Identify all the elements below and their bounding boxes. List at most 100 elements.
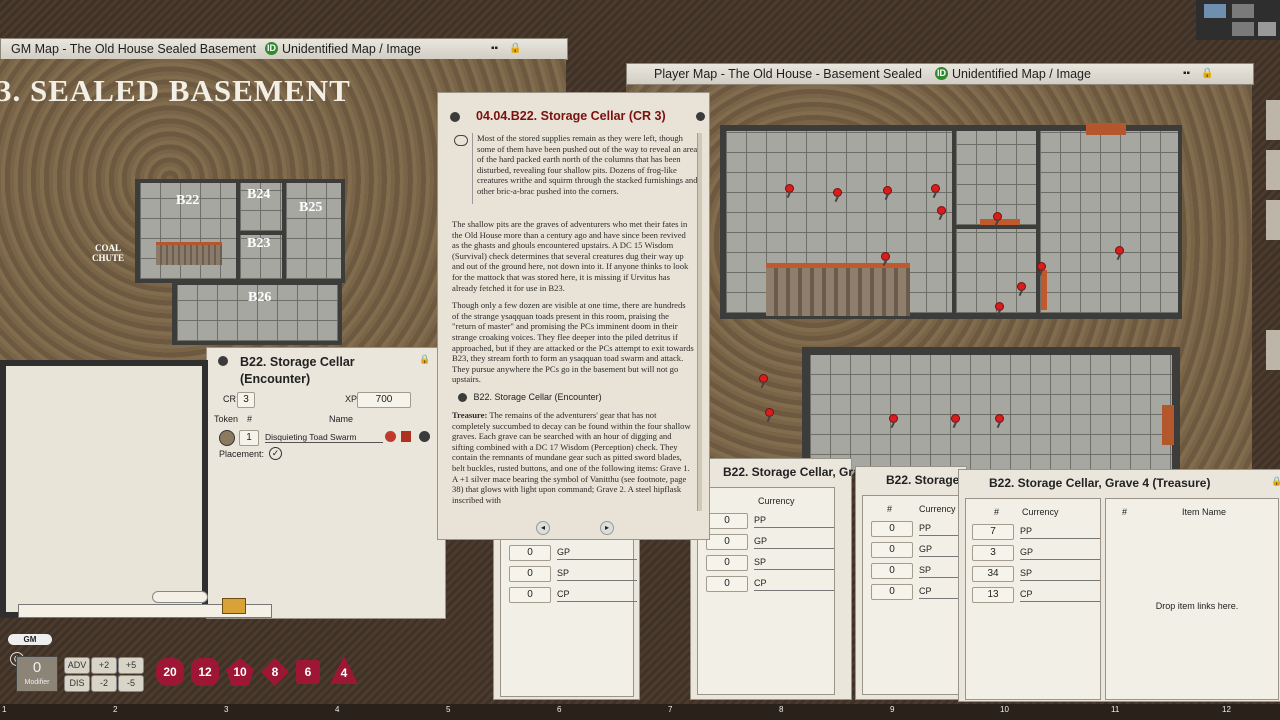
lock-icon[interactable]: 🔒	[1271, 476, 1280, 487]
map-pin[interactable]	[786, 185, 793, 192]
mail-icon[interactable]	[222, 598, 246, 614]
share-icon[interactable]: ▪▪	[1183, 64, 1190, 84]
cr-value[interactable]: 3	[237, 392, 255, 408]
story-link-row[interactable]: B22. Storage Cellar (Encounter)	[458, 392, 694, 403]
currency-value[interactable]: 0	[871, 520, 913, 537]
story-record-icon	[450, 112, 460, 122]
map-pin[interactable]	[996, 415, 1003, 422]
grid-icon[interactable]	[1232, 4, 1254, 18]
map-pin[interactable]	[834, 189, 841, 196]
minus5-button[interactable]: -5	[118, 675, 144, 692]
hostile-icon[interactable]	[401, 431, 411, 442]
grave4-items-panel[interactable]: # Item Name Drop item links here.	[1105, 498, 1279, 700]
story-text-area[interactable]: Most of the stored supplies remain as th…	[452, 133, 698, 511]
story-link[interactable]: B22. Storage Cellar (Encounter)	[474, 392, 602, 402]
link-icon[interactable]	[419, 431, 430, 442]
grave4-title[interactable]: B22. Storage Cellar, Grave 4 (Treasure)	[989, 476, 1210, 490]
currency-row: 0 SP	[509, 563, 637, 584]
hotkey-slot[interactable]: 2	[113, 705, 117, 714]
npc-name[interactable]: Disquieting Toad Swarm	[265, 432, 383, 443]
speech-icon[interactable]	[454, 135, 468, 146]
map-pin[interactable]	[938, 207, 945, 214]
dis-button[interactable]: DIS	[64, 675, 90, 692]
prev-page-button[interactable]: ◂	[536, 521, 550, 535]
map-pin[interactable]	[932, 185, 939, 192]
map-pin[interactable]	[882, 253, 889, 260]
modifier-box[interactable]: 0 Modifier	[16, 656, 58, 692]
settings-icon[interactable]	[1232, 22, 1254, 36]
sidebar-tab[interactable]	[1266, 100, 1280, 140]
grave2-title[interactable]: B22. Storage Cellar, Gra	[723, 465, 860, 479]
encounter-title[interactable]: B22. Storage Cellar (Encounter)	[240, 354, 390, 388]
npc-count[interactable]: 1	[239, 430, 259, 446]
hotkey-slot[interactable]: 8	[779, 705, 783, 714]
hotkey-slot[interactable]: 5	[446, 705, 450, 714]
currency-value[interactable]: 0	[706, 533, 748, 550]
map-pin[interactable]	[884, 187, 891, 194]
hotkey-slot[interactable]: 7	[668, 705, 672, 714]
plus2-button[interactable]: +2	[91, 657, 117, 674]
hotkey-slot[interactable]: 10	[1000, 705, 1009, 714]
sidebar-tab[interactable]	[1266, 200, 1280, 240]
player-map-image[interactable]	[626, 85, 1252, 475]
minus2-button[interactable]: -2	[91, 675, 117, 692]
checkmark-icon[interactable]: ✓	[269, 447, 282, 460]
hotkey-slot[interactable]: 12	[1222, 705, 1231, 714]
currency-value[interactable]: 34	[972, 565, 1014, 582]
currency-value[interactable]: 0	[871, 583, 913, 600]
story-title[interactable]: 04.04.B22. Storage Cellar (CR 3)	[476, 109, 666, 123]
map-pin[interactable]	[766, 409, 773, 416]
currency-type: SP	[754, 555, 834, 570]
currency-value[interactable]: 0	[871, 541, 913, 558]
player-map-titlebar[interactable]: Player Map - The Old House - Basement Se…	[626, 63, 1254, 85]
adv-button[interactable]: ADV	[64, 657, 90, 674]
token-icon[interactable]	[219, 430, 235, 446]
sidebar-toggle-icon[interactable]	[1258, 22, 1276, 36]
map-pin[interactable]	[1018, 283, 1025, 290]
speech-icon[interactable]	[152, 591, 208, 603]
lock-icon[interactable]: 🔒	[509, 39, 521, 59]
currency-value[interactable]: 13	[972, 586, 1014, 603]
scrollbar[interactable]	[697, 133, 702, 511]
close-icon[interactable]	[696, 112, 705, 121]
currency-value[interactable]: 0	[509, 565, 551, 582]
sidebar-tab[interactable]	[1266, 150, 1280, 190]
hotkey-slot[interactable]: 1	[2, 705, 6, 714]
hotkey-slot[interactable]: 3	[224, 705, 228, 714]
lock-icon[interactable]: 🔒	[1201, 64, 1213, 84]
map-pin[interactable]	[890, 415, 897, 422]
currency-value[interactable]: 0	[706, 512, 748, 529]
currency-value[interactable]: 3	[972, 544, 1014, 561]
map-label-b22: B22	[176, 193, 200, 208]
hotkey-slot[interactable]: 6	[557, 705, 561, 714]
hotkey-slot[interactable]: 4	[335, 705, 339, 714]
d20-dice-icon[interactable]: 20	[156, 658, 184, 686]
next-page-button[interactable]: ▸	[600, 521, 614, 535]
hotkey-slot[interactable]: 11	[1111, 705, 1119, 714]
pencil-icon[interactable]	[1204, 4, 1226, 18]
map-pin[interactable]	[760, 375, 767, 382]
lock-icon[interactable]: 🔒	[419, 354, 430, 365]
map-pin[interactable]	[994, 213, 1001, 220]
d12-dice-icon[interactable]: 12	[191, 658, 219, 686]
currency-value[interactable]: 0	[509, 544, 551, 561]
link-icon[interactable]	[458, 393, 467, 403]
currency-value[interactable]: 0	[871, 562, 913, 579]
hotkey-slot[interactable]: 9	[890, 705, 894, 714]
currency-value[interactable]: 0	[509, 586, 551, 603]
faction-icon[interactable]	[385, 431, 396, 442]
map-pin[interactable]	[1116, 247, 1123, 254]
sidebar-tab[interactable]	[1266, 330, 1280, 370]
map-pin[interactable]	[952, 415, 959, 422]
xp-value[interactable]: 700	[357, 392, 411, 408]
currency-value[interactable]: 7	[972, 523, 1014, 540]
map-pin[interactable]	[996, 303, 1003, 310]
currency-value[interactable]: 0	[706, 575, 748, 592]
share-icon[interactable]: ▪▪	[491, 39, 498, 59]
gm-map-titlebar[interactable]: GM Map - The Old House Sealed Basement I…	[0, 38, 568, 60]
map-pin[interactable]	[1038, 263, 1045, 270]
d6-dice-icon[interactable]: 6	[296, 660, 320, 684]
currency-value[interactable]: 0	[706, 554, 748, 571]
plus5-button[interactable]: +5	[118, 657, 144, 674]
grave3-title[interactable]: B22. Storage	[886, 473, 959, 487]
